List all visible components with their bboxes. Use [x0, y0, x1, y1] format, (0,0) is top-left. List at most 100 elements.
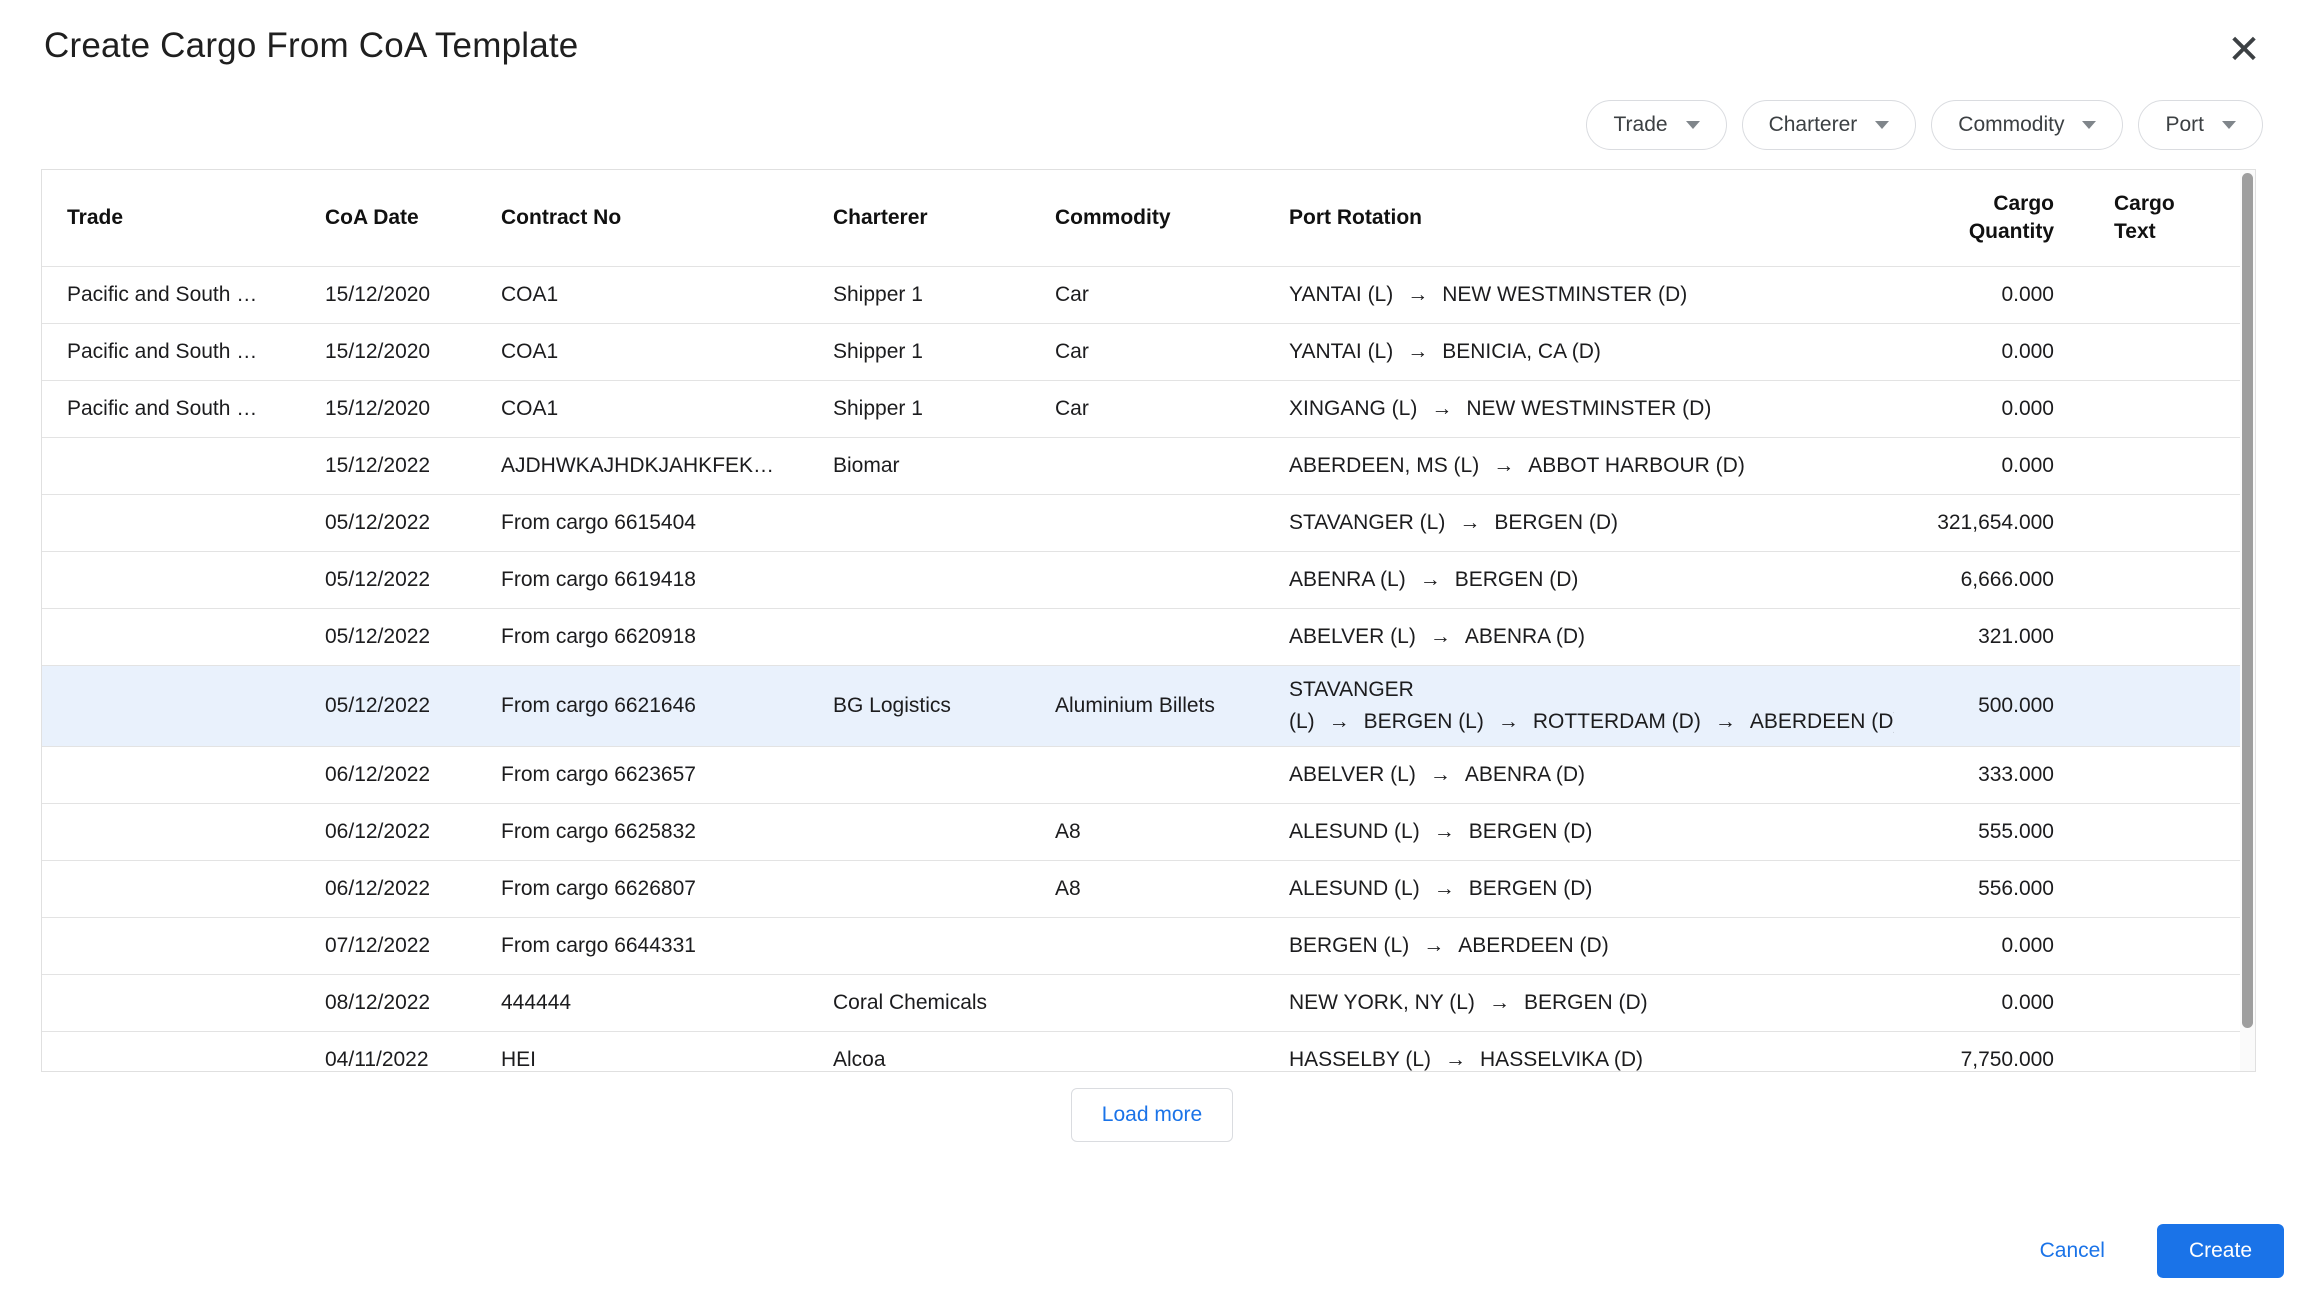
table-row[interactable]: 06/12/2022 From cargo 6623657 ABELVER (L…	[42, 746, 2242, 803]
cell-commodity	[1030, 917, 1264, 974]
cell-charterer	[808, 551, 1030, 608]
cell-trade	[42, 746, 300, 803]
scrollbar-thumb[interactable]	[2242, 173, 2253, 1028]
arrow-right-icon: →	[1431, 397, 1452, 420]
create-button[interactable]: Create	[2157, 1224, 2284, 1278]
table-row[interactable]: 06/12/2022 From cargo 6626807 A8 ALESUND…	[42, 860, 2242, 917]
cell-trade	[42, 860, 300, 917]
load-more-button[interactable]: Load more	[1071, 1088, 1233, 1142]
filter-button-commodity[interactable]: Commodity	[1931, 100, 2123, 150]
arrow-right-icon: →	[1445, 1048, 1466, 1071]
cell-contract-no: COA1	[476, 323, 808, 380]
cell-coa-date: 06/12/2022	[300, 860, 476, 917]
cell-commodity: A8	[1030, 803, 1264, 860]
cell-cargo-quantity: 0.000	[1894, 437, 2074, 494]
cell-charterer	[808, 494, 1030, 551]
cell-trade	[42, 494, 300, 551]
chevron-down-icon	[1875, 121, 1889, 129]
coa-table: TradeCoA DateContract NoChartererCommodi…	[42, 170, 2242, 1072]
cell-charterer: Alcoa	[808, 1031, 1030, 1072]
table-row[interactable]: 05/12/2022 From cargo 6619418 ABENRA (L)…	[42, 551, 2242, 608]
cell-charterer	[808, 746, 1030, 803]
column-header-cargo-text: Cargo Text	[2074, 170, 2242, 266]
cell-port-rotation: STAVANGER (L) →BERGEN (D)	[1264, 494, 1894, 551]
cell-port-rotation: YANTAI (L)→NEW WESTMINSTER (D)	[1264, 266, 1894, 323]
filter-button-port[interactable]: Port	[2138, 100, 2263, 150]
port-name: ABENRA (L)	[1289, 568, 1406, 591]
port-name: HASSELBY (L)	[1289, 1048, 1431, 1071]
cancel-button[interactable]: Cancel	[2040, 1239, 2105, 1263]
table-row[interactable]: 08/12/2022 444444 Coral Chemicals NEW YO…	[42, 974, 2242, 1031]
table-row[interactable]: Pacific and South … 15/12/2020 COA1 Ship…	[42, 323, 2242, 380]
cell-trade	[42, 917, 300, 974]
arrow-right-icon: →	[1434, 820, 1455, 843]
cell-cargo-quantity: 500.000	[1894, 665, 2074, 746]
port-segment: →ABERDEEN (D)	[1423, 934, 1609, 957]
close-button[interactable]: ✕	[2214, 20, 2274, 80]
table-row[interactable]: Pacific and South … 15/12/2020 COA1 Ship…	[42, 380, 2242, 437]
cell-cargo-quantity: 555.000	[1894, 803, 2074, 860]
cell-commodity	[1030, 494, 1264, 551]
cell-port-rotation: ABENRA (L)→BERGEN (D)	[1264, 551, 1894, 608]
table-row[interactable]: 04/11/2022 HEI Alcoa HASSELBY (L)→HASSEL…	[42, 1031, 2242, 1072]
coa-table-container: TradeCoA DateContract NoChartererCommodi…	[41, 169, 2256, 1072]
table-row[interactable]: 05/12/2022 From cargo 6615404 STAVANGER …	[42, 494, 2242, 551]
cell-commodity	[1030, 974, 1264, 1031]
arrow-right-icon: →	[1430, 763, 1451, 786]
cell-coa-date: 15/12/2020	[300, 380, 476, 437]
port-name: ABELVER (L)	[1289, 763, 1416, 786]
cell-port-rotation: HASSELBY (L) →HASSELVIKA (D)	[1264, 1031, 1894, 1072]
cell-port-rotation: ABELVER (L)→ABENRA (D)	[1264, 746, 1894, 803]
cell-commodity: A8	[1030, 860, 1264, 917]
column-header-port-rotation: Port Rotation	[1264, 170, 1894, 266]
cell-contract-no: 444444	[476, 974, 808, 1031]
cell-contract-no: From cargo 6620918	[476, 608, 808, 665]
port-name: ABELVER (L)	[1289, 625, 1416, 648]
cell-trade: Pacific and South …	[42, 380, 300, 437]
table-row[interactable]: 05/12/2022 From cargo 6621646 BG Logisti…	[42, 665, 2242, 746]
cell-commodity	[1030, 437, 1264, 494]
arrow-right-icon: →	[1407, 340, 1428, 363]
column-header-trade: Trade	[42, 170, 300, 266]
cell-coa-date: 15/12/2020	[300, 266, 476, 323]
cell-charterer: Coral Chemicals	[808, 974, 1030, 1031]
chevron-down-icon	[2082, 121, 2096, 129]
cell-cargo-quantity: 0.000	[1894, 266, 2074, 323]
arrow-right-icon: →	[1407, 283, 1428, 306]
port-name: STAVANGER (L)	[1289, 511, 1445, 534]
port-name: YANTAI (L)	[1289, 283, 1393, 306]
filter-button-charterer[interactable]: Charterer	[1742, 100, 1917, 150]
table-header-row: TradeCoA DateContract NoChartererCommodi…	[42, 170, 2242, 266]
cell-commodity: Car	[1030, 380, 1264, 437]
cell-contract-no: From cargo 6619418	[476, 551, 808, 608]
cell-coa-date: 05/12/2022	[300, 494, 476, 551]
port-segment: →HASSELVIKA (D)	[1445, 1048, 1643, 1071]
table-row[interactable]: 07/12/2022 From cargo 6644331 BERGEN (L)…	[42, 917, 2242, 974]
cell-trade	[42, 974, 300, 1031]
arrow-right-icon: →	[1434, 877, 1455, 900]
cell-cargo-text	[2074, 437, 2242, 494]
cell-port-rotation: ALESUND (L)→BERGEN (D)	[1264, 860, 1894, 917]
cell-trade	[42, 551, 300, 608]
cell-charterer	[808, 608, 1030, 665]
cell-commodity: Car	[1030, 266, 1264, 323]
port-segment: →BERGEN (D)	[1459, 511, 1618, 534]
table-row[interactable]: Pacific and South … 15/12/2020 COA1 Ship…	[42, 266, 2242, 323]
table-row[interactable]: 15/12/2022 AJDHWKAJHDKJAHKFEK… Biomar AB…	[42, 437, 2242, 494]
port-segment: →ABERDEEN (D)	[1715, 710, 1894, 733]
filter-label: Charterer	[1769, 113, 1858, 137]
filter-label: Trade	[1613, 113, 1667, 137]
dialog-title: Create Cargo From CoA Template	[44, 26, 578, 66]
cell-charterer	[808, 917, 1030, 974]
cell-charterer: Shipper 1	[808, 323, 1030, 380]
port-segment: →BENICIA, CA (D)	[1407, 340, 1601, 363]
scrollbar-track[interactable]	[2240, 170, 2255, 1071]
table-row[interactable]: 06/12/2022 From cargo 6625832 A8 ALESUND…	[42, 803, 2242, 860]
cell-trade: Pacific and South …	[42, 323, 300, 380]
cell-cargo-quantity: 0.000	[1894, 380, 2074, 437]
table-row[interactable]: 05/12/2022 From cargo 6620918 ABELVER (L…	[42, 608, 2242, 665]
close-icon: ✕	[2227, 28, 2261, 72]
chevron-down-icon	[2222, 121, 2236, 129]
cell-coa-date: 07/12/2022	[300, 917, 476, 974]
filter-button-trade[interactable]: Trade	[1586, 100, 1726, 150]
